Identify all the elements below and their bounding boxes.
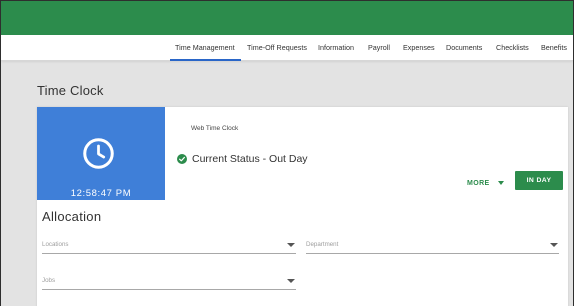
tab-payroll[interactable]: Payroll	[368, 35, 390, 61]
current-status: Current Status - Out Day	[177, 153, 308, 165]
tab-time-off-requests[interactable]: Time-Off Requests	[247, 35, 307, 61]
tab-documents[interactable]: Documents	[446, 35, 482, 61]
dropdown-arrow-icon	[550, 243, 558, 247]
web-time-clock-label: Web Time Clock	[191, 125, 239, 132]
caret-down-icon	[497, 181, 504, 185]
dropdown-arrow-icon	[287, 243, 295, 247]
clock-icon	[83, 138, 114, 169]
clock-panel: 12:58:47 PM	[37, 107, 165, 200]
tab-time-management[interactable]: Time Management	[170, 35, 241, 61]
more-button[interactable]: MORE	[467, 176, 504, 190]
page-title: Time Clock	[37, 83, 104, 98]
dropdown-arrow-icon	[287, 279, 295, 283]
tab-checklists[interactable]: Checklists	[496, 35, 529, 61]
main-navigation: Time Management Time-Off Requests Inform…	[1, 35, 573, 61]
jobs-placeholder: Jobs	[42, 277, 56, 284]
app-frame: Time Management Time-Off Requests Inform…	[0, 0, 574, 306]
time-clock-card: 12:58:47 PM Web Time Clock Current Statu…	[37, 107, 568, 306]
jobs-select[interactable]: Jobs	[42, 274, 296, 290]
department-select[interactable]: Department	[306, 238, 559, 254]
check-circle-icon	[177, 154, 187, 164]
nav-tabs: Time Management Time-Off Requests Inform…	[1, 35, 573, 61]
current-time: 12:58:47 PM	[70, 188, 132, 199]
in-day-button[interactable]: IN DAY	[515, 171, 563, 190]
more-button-label: MORE	[467, 179, 490, 187]
department-placeholder: Department	[306, 241, 339, 248]
tab-information[interactable]: Information	[318, 35, 354, 61]
tab-benefits[interactable]: Benefits	[541, 35, 567, 61]
tab-expenses[interactable]: Expenses	[403, 35, 435, 61]
locations-select[interactable]: Locations	[42, 238, 296, 254]
top-header-bar	[1, 1, 573, 35]
locations-placeholder: Locations	[42, 241, 69, 248]
allocation-heading: Allocation	[42, 209, 102, 224]
status-text: Current Status - Out Day	[192, 153, 308, 165]
